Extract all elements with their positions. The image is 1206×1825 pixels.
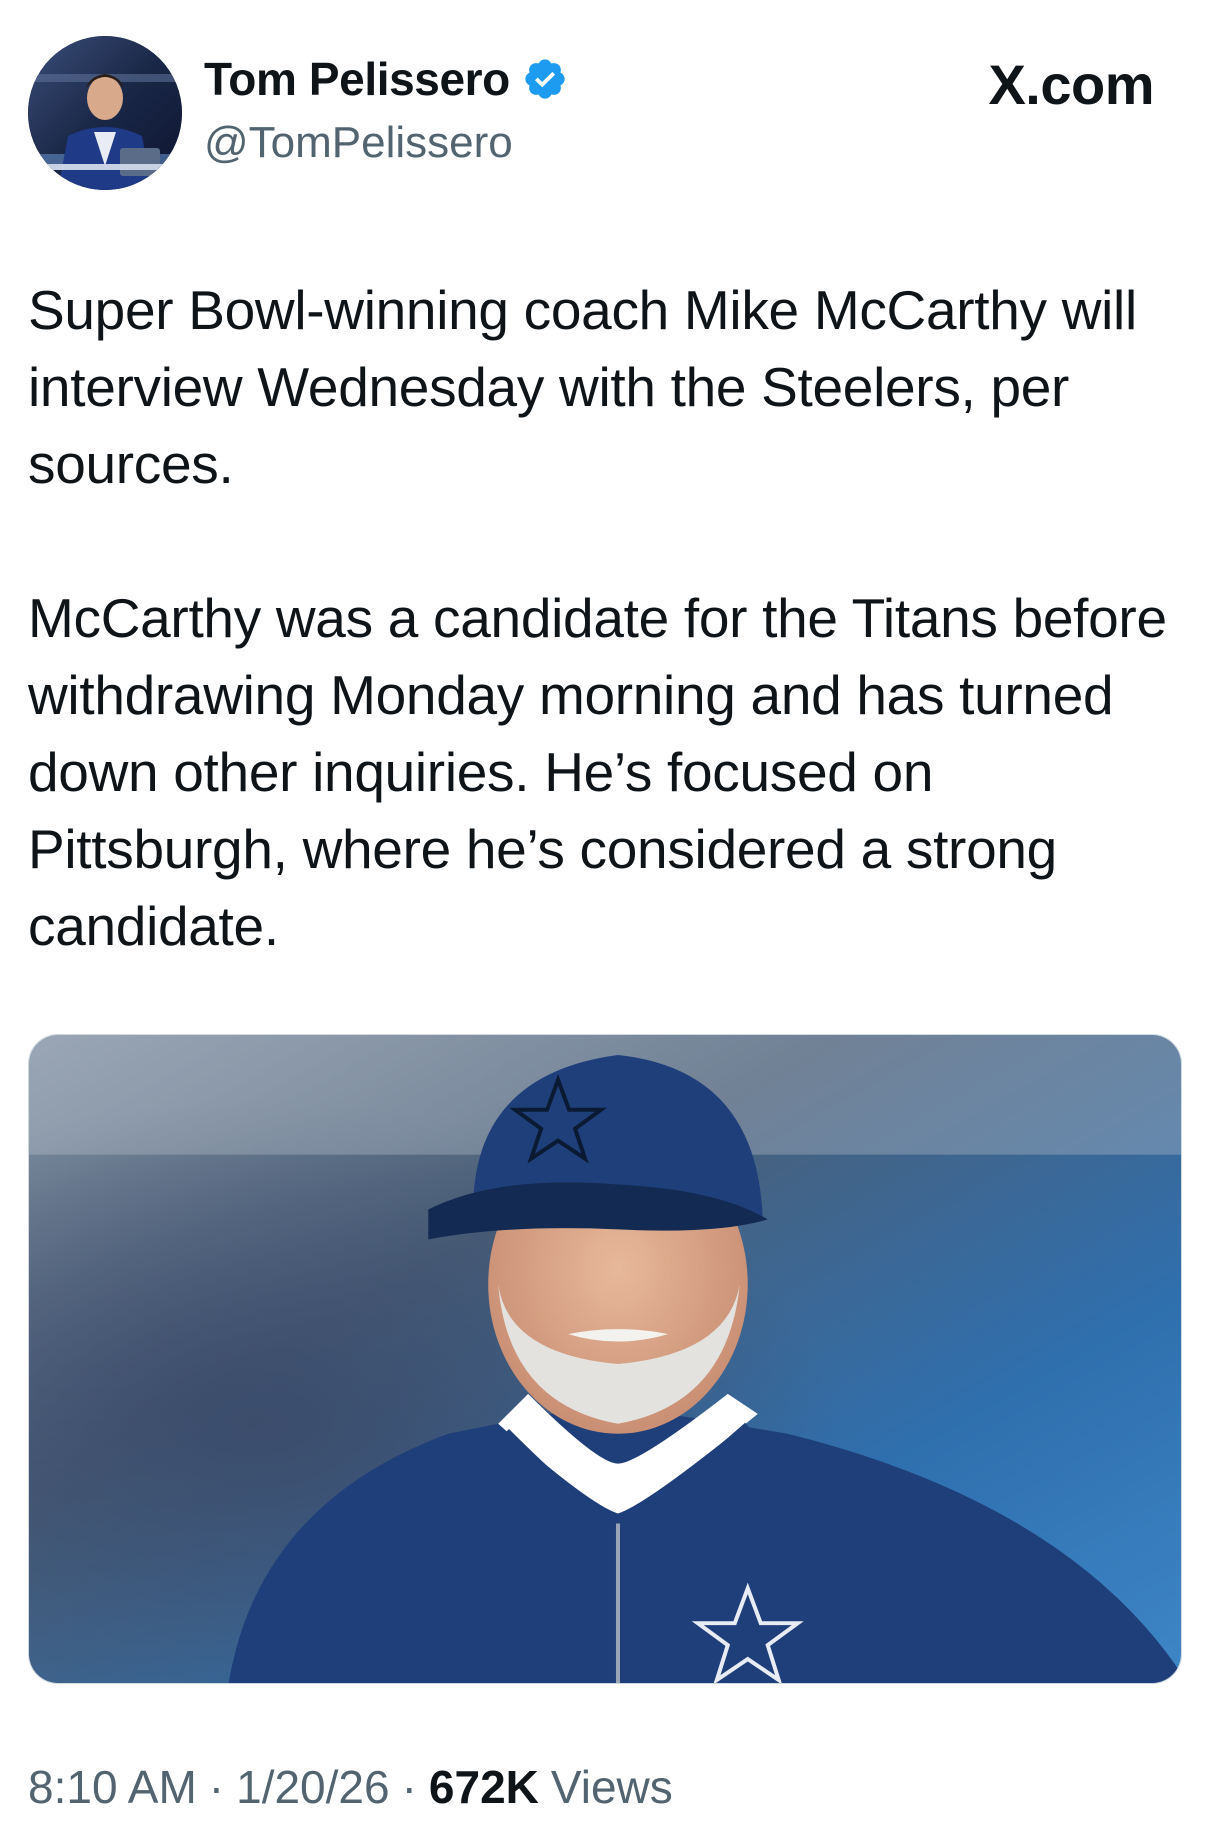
author-display-name[interactable]: Tom Pelissero (204, 52, 510, 106)
source-label: X.com (988, 53, 1154, 116)
author-name-row[interactable]: Tom Pelissero (204, 52, 568, 106)
avatar-photo (28, 36, 182, 190)
views-count: 672K (428, 1761, 539, 1813)
tweet-paragraph: McCarthy was a candidate for the Titans … (28, 587, 1167, 957)
author-avatar[interactable] (28, 36, 182, 190)
tweet-text: Super Bowl-winning coach Mike McCarthy w… (28, 272, 1188, 965)
tweet-photo[interactable] (28, 1034, 1182, 1684)
separator: · (401, 1761, 417, 1813)
tweet-paragraph: Super Bowl-winning coach Mike McCarthy w… (28, 279, 1137, 495)
author-handle[interactable]: @TomPelissero (204, 118, 513, 168)
tweet-meta: 8:10 AM · 1/20/26 · 672K Views (28, 1760, 673, 1814)
coach-photo (29, 1035, 1181, 1683)
tweet-date[interactable]: 1/20/26 (236, 1760, 389, 1814)
tweet-time[interactable]: 8:10 AM (28, 1760, 197, 1814)
verified-badge-icon (525, 59, 565, 99)
separator: · (208, 1761, 225, 1813)
views-label: Views (550, 1761, 673, 1813)
